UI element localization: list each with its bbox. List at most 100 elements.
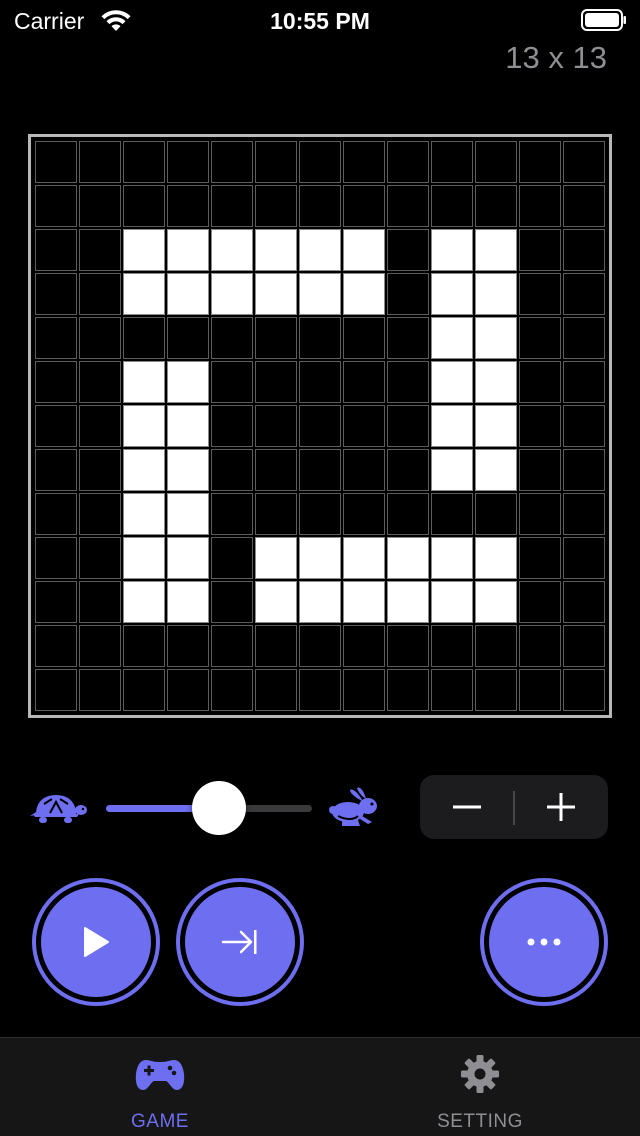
board-cell[interactable]: [387, 229, 429, 271]
board-cell[interactable]: [211, 581, 253, 623]
board-cell-alive[interactable]: [211, 273, 253, 315]
board-cell[interactable]: [519, 405, 561, 447]
board-cell[interactable]: [299, 405, 341, 447]
board-cell[interactable]: [299, 669, 341, 711]
increase-size-button[interactable]: [514, 775, 608, 839]
board-cell[interactable]: [343, 405, 385, 447]
board-cell-alive[interactable]: [123, 273, 165, 315]
board-cell[interactable]: [519, 229, 561, 271]
board-cell-alive[interactable]: [255, 229, 297, 271]
board-cell[interactable]: [387, 493, 429, 535]
board-cell[interactable]: [387, 669, 429, 711]
decrease-size-button[interactable]: [420, 775, 514, 839]
board-cell[interactable]: [299, 317, 341, 359]
board-cell-alive[interactable]: [123, 361, 165, 403]
board-cell[interactable]: [255, 317, 297, 359]
board-cell-alive[interactable]: [167, 537, 209, 579]
board-grid[interactable]: [35, 141, 605, 711]
board-cell[interactable]: [211, 361, 253, 403]
board-cell-alive[interactable]: [475, 229, 517, 271]
board-cell-alive[interactable]: [299, 229, 341, 271]
board-cell-alive[interactable]: [167, 229, 209, 271]
board-cell-alive[interactable]: [123, 449, 165, 491]
board-cell[interactable]: [123, 141, 165, 183]
board-cell[interactable]: [123, 625, 165, 667]
play-button-fill[interactable]: [41, 887, 151, 997]
board-cell[interactable]: [387, 273, 429, 315]
board-cell[interactable]: [563, 537, 605, 579]
board-cell[interactable]: [387, 449, 429, 491]
board-cell[interactable]: [519, 185, 561, 227]
board-cell[interactable]: [79, 185, 121, 227]
board-cell[interactable]: [35, 493, 77, 535]
board-cell-alive[interactable]: [299, 537, 341, 579]
board-cell[interactable]: [431, 185, 473, 227]
board-cell[interactable]: [211, 405, 253, 447]
board-cell[interactable]: [343, 361, 385, 403]
board-cell[interactable]: [519, 141, 561, 183]
board-cell[interactable]: [519, 361, 561, 403]
board-cell[interactable]: [255, 493, 297, 535]
board-cell[interactable]: [563, 273, 605, 315]
board-cell[interactable]: [79, 669, 121, 711]
board-cell-alive[interactable]: [431, 273, 473, 315]
game-board[interactable]: [28, 134, 612, 718]
board-cell[interactable]: [343, 185, 385, 227]
step-forward-button[interactable]: [176, 878, 304, 1006]
board-cell-alive[interactable]: [299, 581, 341, 623]
board-cell[interactable]: [35, 581, 77, 623]
board-cell[interactable]: [167, 141, 209, 183]
board-cell[interactable]: [563, 317, 605, 359]
board-cell[interactable]: [79, 229, 121, 271]
board-cell[interactable]: [431, 669, 473, 711]
board-cell[interactable]: [387, 317, 429, 359]
board-cell[interactable]: [431, 141, 473, 183]
board-cell-alive[interactable]: [431, 317, 473, 359]
board-cell-alive[interactable]: [431, 361, 473, 403]
board-cell-alive[interactable]: [343, 229, 385, 271]
board-cell-alive[interactable]: [167, 405, 209, 447]
board-cell[interactable]: [343, 317, 385, 359]
board-cell[interactable]: [167, 185, 209, 227]
board-cell[interactable]: [167, 317, 209, 359]
board-cell[interactable]: [299, 185, 341, 227]
board-cell-alive[interactable]: [475, 405, 517, 447]
board-cell[interactable]: [211, 449, 253, 491]
board-cell[interactable]: [563, 581, 605, 623]
board-cell-alive[interactable]: [123, 493, 165, 535]
board-cell[interactable]: [255, 449, 297, 491]
board-cell-alive[interactable]: [475, 581, 517, 623]
board-cell[interactable]: [255, 405, 297, 447]
board-cell[interactable]: [255, 361, 297, 403]
board-cell-alive[interactable]: [299, 273, 341, 315]
board-cell[interactable]: [255, 185, 297, 227]
board-cell[interactable]: [519, 581, 561, 623]
board-cell[interactable]: [519, 493, 561, 535]
board-cell[interactable]: [563, 493, 605, 535]
board-cell[interactable]: [167, 625, 209, 667]
board-cell[interactable]: [475, 669, 517, 711]
board-cell-alive[interactable]: [387, 537, 429, 579]
speed-slider-thumb[interactable]: [192, 781, 247, 835]
board-cell[interactable]: [35, 273, 77, 315]
board-cell[interactable]: [79, 625, 121, 667]
board-cell-alive[interactable]: [255, 273, 297, 315]
board-cell[interactable]: [211, 493, 253, 535]
board-cell-alive[interactable]: [255, 537, 297, 579]
board-cell[interactable]: [35, 361, 77, 403]
board-cell[interactable]: [475, 141, 517, 183]
board-cell[interactable]: [563, 141, 605, 183]
board-cell[interactable]: [79, 273, 121, 315]
board-cell[interactable]: [123, 669, 165, 711]
board-cell[interactable]: [519, 273, 561, 315]
play-button[interactable]: [32, 878, 160, 1006]
board-cell[interactable]: [79, 581, 121, 623]
board-cell[interactable]: [35, 537, 77, 579]
board-cell-alive[interactable]: [475, 317, 517, 359]
board-cell-alive[interactable]: [167, 449, 209, 491]
board-cell[interactable]: [211, 185, 253, 227]
board-cell-alive[interactable]: [123, 537, 165, 579]
board-cell[interactable]: [387, 361, 429, 403]
board-cell[interactable]: [343, 625, 385, 667]
board-cell[interactable]: [519, 537, 561, 579]
